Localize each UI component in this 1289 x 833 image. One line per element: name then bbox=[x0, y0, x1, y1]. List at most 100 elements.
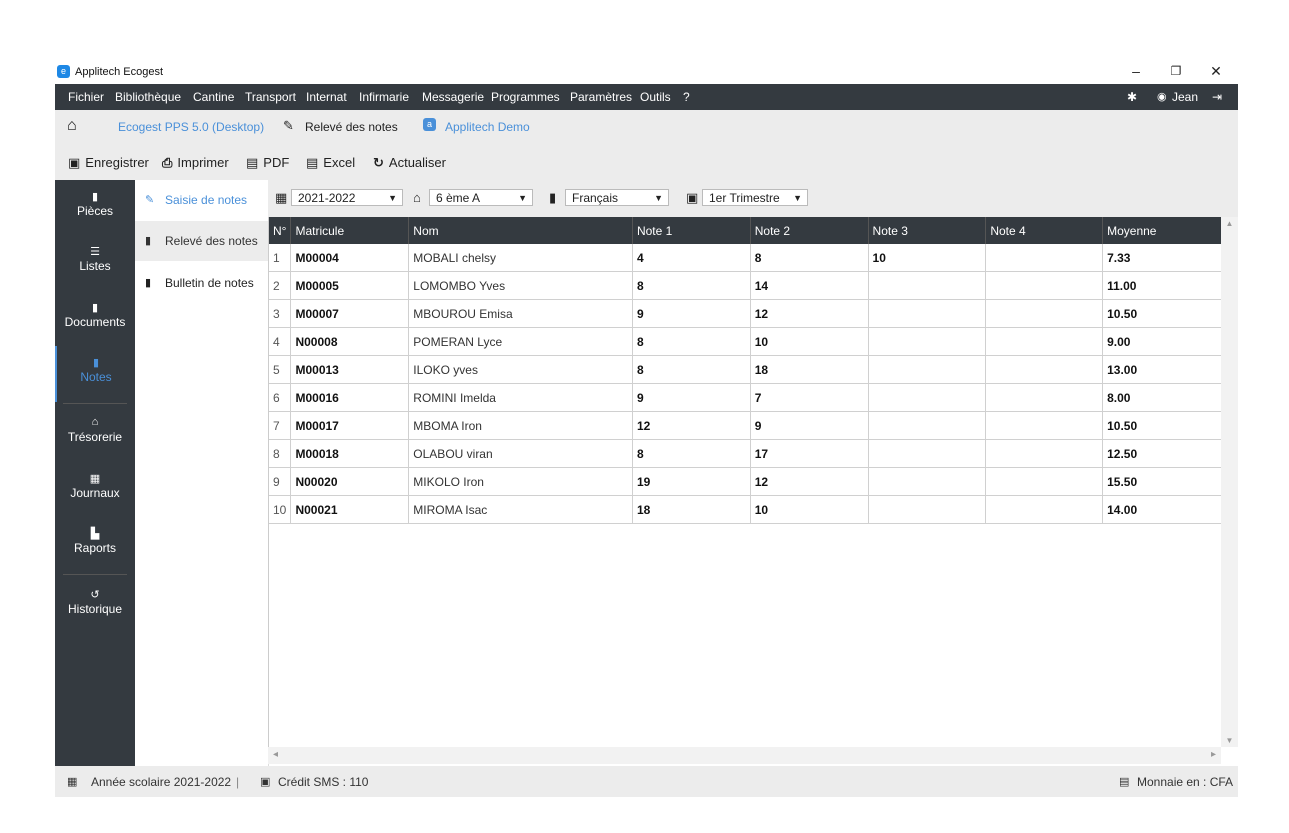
note1-cell[interactable]: 12 bbox=[632, 411, 751, 440]
matricule-cell[interactable]: N00021 bbox=[290, 495, 410, 524]
year-select[interactable]: 2021-2022 ▼ bbox=[291, 189, 403, 206]
note2-cell[interactable]: 10 bbox=[750, 495, 869, 524]
note4-cell[interactable] bbox=[985, 439, 1104, 468]
row-number[interactable]: 3 bbox=[269, 299, 292, 328]
scroll-left-icon[interactable]: ◂ bbox=[273, 749, 278, 760]
note3-cell[interactable] bbox=[868, 411, 987, 440]
nom-cell[interactable]: MIROMA Isac bbox=[408, 495, 633, 524]
menu-programmes[interactable]: Programmes bbox=[491, 90, 560, 104]
moyenne-cell[interactable]: 10.50 bbox=[1102, 411, 1222, 440]
class-select[interactable]: 6 ème A ▼ bbox=[429, 189, 533, 206]
vertical-scrollbar[interactable]: ▲ ▼ bbox=[1221, 217, 1238, 747]
col-header-note2[interactable]: Note 2 bbox=[750, 217, 869, 244]
menu-transport[interactable]: Transport bbox=[245, 90, 296, 104]
matricule-cell[interactable]: M00004 bbox=[290, 244, 410, 272]
scroll-down-icon[interactable]: ▼ bbox=[1221, 736, 1238, 745]
scroll-up-icon[interactable]: ▲ bbox=[1221, 219, 1238, 228]
note1-cell[interactable]: 19 bbox=[632, 467, 751, 496]
note1-cell[interactable]: 8 bbox=[632, 439, 751, 468]
note3-cell[interactable] bbox=[868, 299, 987, 328]
table-row[interactable]: 4 N00008 POMERAN Lyce 8 10 9.00 bbox=[269, 327, 1222, 356]
note4-cell[interactable] bbox=[985, 495, 1104, 524]
moyenne-cell[interactable]: 12.50 bbox=[1102, 439, 1222, 468]
note4-cell[interactable] bbox=[985, 244, 1104, 272]
moyenne-cell[interactable]: 9.00 bbox=[1102, 327, 1222, 356]
subject-select[interactable]: Français ▼ bbox=[565, 189, 669, 206]
nom-cell[interactable]: LOMOMBO Yves bbox=[408, 271, 633, 300]
table-row[interactable]: 10 N00021 MIROMA Isac 18 10 14.00 bbox=[269, 495, 1222, 524]
note2-cell[interactable]: 8 bbox=[750, 244, 869, 272]
table-row[interactable]: 9 N00020 MIKOLO Iron 19 12 15.50 bbox=[269, 467, 1222, 496]
note3-cell[interactable] bbox=[868, 439, 987, 468]
moyenne-cell[interactable]: 13.00 bbox=[1102, 355, 1222, 384]
breadcrumb-company[interactable]: Applitech Demo bbox=[445, 120, 530, 134]
subnav-item-saisie[interactable]: ✎ Saisie de notes bbox=[135, 180, 268, 220]
note4-cell[interactable] bbox=[985, 467, 1104, 496]
moyenne-cell[interactable]: 7.33 bbox=[1102, 244, 1222, 272]
note2-cell[interactable]: 7 bbox=[750, 383, 869, 412]
term-select[interactable]: 1er Trimestre ▼ bbox=[702, 189, 808, 206]
table-row[interactable]: 6 M00016 ROMINI Imelda 9 7 8.00 bbox=[269, 383, 1222, 412]
table-row[interactable]: 3 M00007 MBOUROU Emisa 9 12 10.50 bbox=[269, 299, 1222, 328]
save-button[interactable]: ▣ Enregistrer bbox=[68, 155, 149, 171]
moyenne-cell[interactable]: 10.50 bbox=[1102, 299, 1222, 328]
logout-icon[interactable]: ⇥ bbox=[1212, 90, 1222, 104]
horizontal-scrollbar[interactable]: ◂ ▸ bbox=[268, 747, 1221, 764]
note1-cell[interactable]: 8 bbox=[632, 355, 751, 384]
menu-help[interactable]: ? bbox=[683, 90, 690, 104]
note4-cell[interactable] bbox=[985, 271, 1104, 300]
note1-cell[interactable]: 8 bbox=[632, 271, 751, 300]
menu-parametres[interactable]: Paramètres bbox=[570, 90, 632, 104]
note1-cell[interactable]: 4 bbox=[632, 244, 751, 272]
menu-fichier[interactable]: Fichier bbox=[68, 90, 104, 104]
subnav-item-releve[interactable]: ▮ Relevé des notes bbox=[135, 221, 268, 261]
table-row[interactable]: 8 M00018 OLABOU viran 8 17 12.50 bbox=[269, 439, 1222, 468]
note1-cell[interactable]: 9 bbox=[632, 299, 751, 328]
minimize-button[interactable]: – bbox=[1121, 61, 1151, 81]
moyenne-cell[interactable]: 11.00 bbox=[1102, 271, 1222, 300]
bug-icon[interactable]: ✱ bbox=[1127, 90, 1137, 104]
nom-cell[interactable]: ROMINI Imelda bbox=[408, 383, 633, 412]
note4-cell[interactable] bbox=[985, 383, 1104, 412]
table-row[interactable]: 5 M00013 ILOKO yves 8 18 13.00 bbox=[269, 355, 1222, 384]
note2-cell[interactable]: 9 bbox=[750, 411, 869, 440]
col-header-note3[interactable]: Note 3 bbox=[868, 217, 987, 244]
row-number[interactable]: 2 bbox=[269, 271, 292, 300]
row-number[interactable]: 4 bbox=[269, 327, 292, 356]
row-number[interactable]: 7 bbox=[269, 411, 292, 440]
sidebar-item-listes[interactable]: ☰ Listes bbox=[55, 245, 135, 273]
note4-cell[interactable] bbox=[985, 299, 1104, 328]
nom-cell[interactable]: MIKOLO Iron bbox=[408, 467, 633, 496]
home-icon[interactable]: ⌂ bbox=[67, 117, 77, 135]
sidebar-item-documents[interactable]: ▮ Documents bbox=[55, 301, 135, 329]
note1-cell[interactable]: 8 bbox=[632, 327, 751, 356]
note3-cell[interactable] bbox=[868, 271, 987, 300]
note3-cell[interactable] bbox=[868, 355, 987, 384]
menu-cantine[interactable]: Cantine bbox=[193, 90, 234, 104]
sidebar-item-journaux[interactable]: ▦ Journaux bbox=[55, 472, 135, 500]
nom-cell[interactable]: MBOMA Iron bbox=[408, 411, 633, 440]
nom-cell[interactable]: MBOUROU Emisa bbox=[408, 299, 633, 328]
refresh-button[interactable]: ↻ Actualiser bbox=[373, 155, 446, 171]
matricule-cell[interactable]: M00005 bbox=[290, 271, 410, 300]
sidebar-item-raports[interactable]: ▙ Raports bbox=[55, 527, 135, 555]
excel-button[interactable]: ▤ Excel bbox=[306, 155, 355, 171]
close-button[interactable]: ✕ bbox=[1201, 61, 1231, 81]
nom-cell[interactable]: OLABOU viran bbox=[408, 439, 633, 468]
matricule-cell[interactable]: M00007 bbox=[290, 299, 410, 328]
note2-cell[interactable]: 18 bbox=[750, 355, 869, 384]
note2-cell[interactable]: 17 bbox=[750, 439, 869, 468]
col-header-nom[interactable]: Nom bbox=[408, 217, 633, 244]
row-number[interactable]: 9 bbox=[269, 467, 292, 496]
moyenne-cell[interactable]: 8.00 bbox=[1102, 383, 1222, 412]
note3-cell[interactable]: 10 bbox=[868, 244, 987, 272]
col-header-note1[interactable]: Note 1 bbox=[632, 217, 751, 244]
subnav-item-bulletin[interactable]: ▮ Bulletin de notes bbox=[135, 263, 268, 303]
sidebar-item-pieces[interactable]: ▮ Pièces bbox=[55, 190, 135, 218]
moyenne-cell[interactable]: 14.00 bbox=[1102, 495, 1222, 524]
col-header-number[interactable]: N° bbox=[269, 217, 292, 244]
menu-outils[interactable]: Outils bbox=[640, 90, 671, 104]
row-number[interactable]: 10 bbox=[269, 495, 292, 524]
matricule-cell[interactable]: M00018 bbox=[290, 439, 410, 468]
table-row[interactable]: 2 M00005 LOMOMBO Yves 8 14 11.00 bbox=[269, 271, 1222, 300]
